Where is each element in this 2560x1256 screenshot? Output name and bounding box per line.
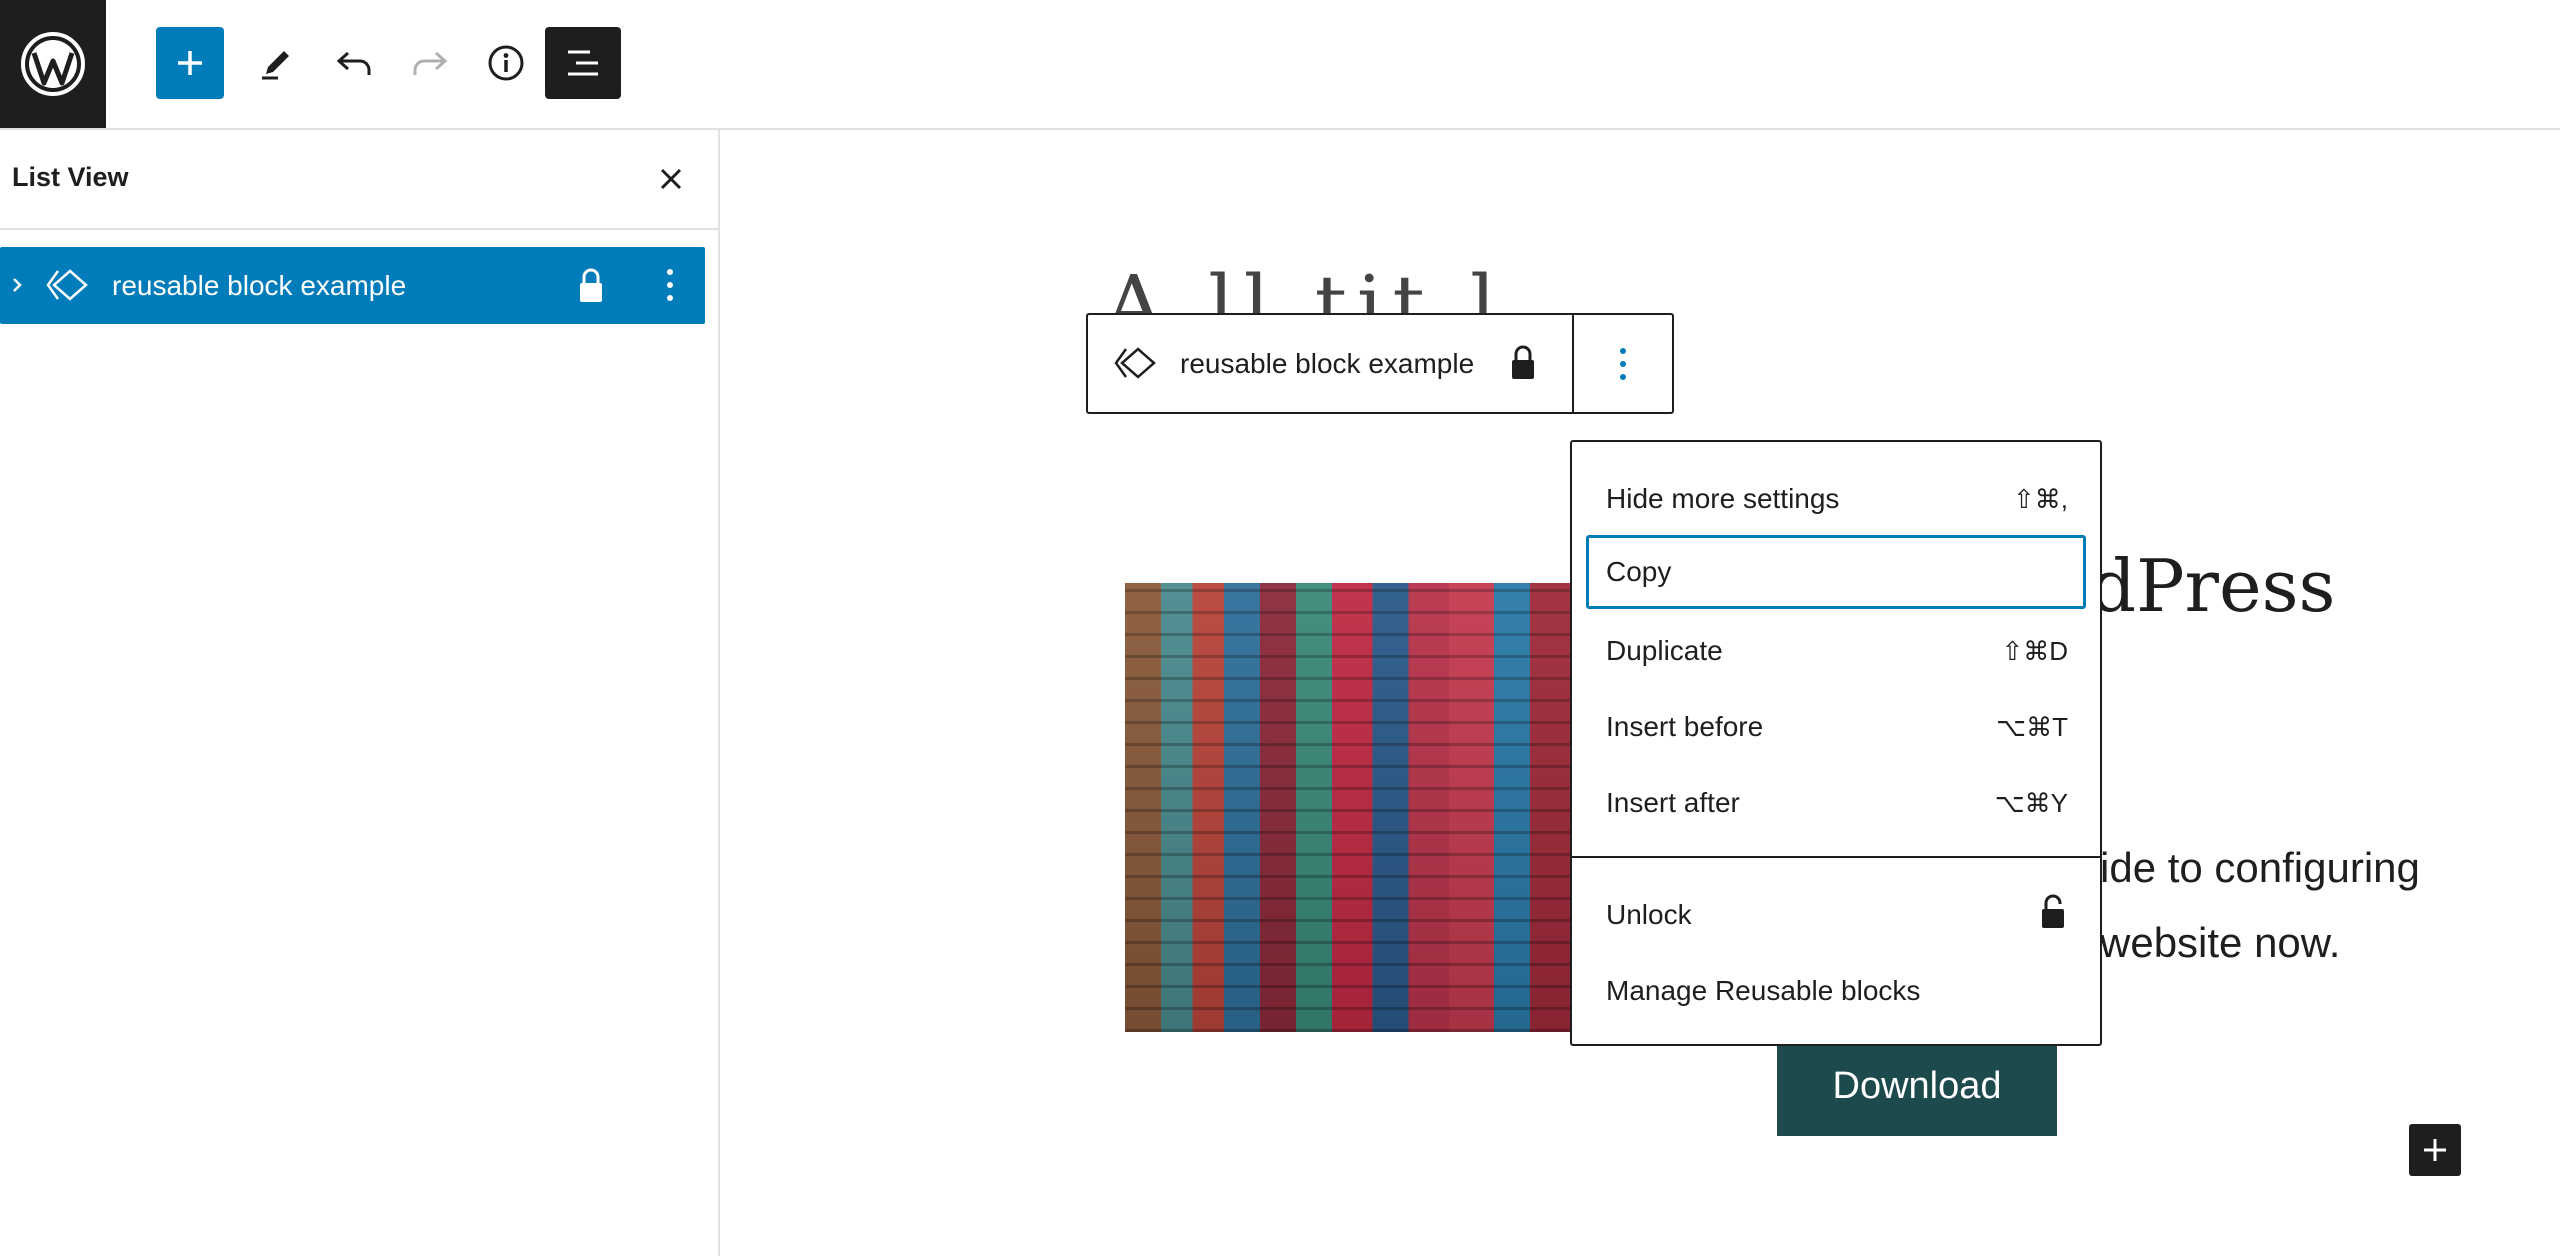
list-view-icon xyxy=(568,50,598,76)
menu-item-duplicate[interactable]: Duplicate ⇧⌘D xyxy=(1586,614,2086,688)
menu-item-manage-reusable-blocks[interactable]: Manage Reusable blocks xyxy=(1586,954,2086,1028)
menu-item-shortcut: ⌥⌘Y xyxy=(1994,787,2068,818)
redo-icon xyxy=(413,51,448,75)
menu-item-label: Manage Reusable blocks xyxy=(1606,975,1921,1006)
menu-item-label: Hide more settings xyxy=(1606,483,1840,514)
list-view-header: List View xyxy=(0,130,718,230)
reusable-block-icon[interactable] xyxy=(1114,345,1158,386)
menu-item-shortcut: ⌥⌘T xyxy=(1996,711,2068,742)
undo-button[interactable] xyxy=(320,27,388,99)
wordpress-icon xyxy=(21,32,85,96)
plus-icon xyxy=(2424,1139,2446,1161)
plus-icon xyxy=(178,51,202,75)
books-image[interactable] xyxy=(1125,583,1575,1032)
list-view-row-label: reusable block example xyxy=(112,270,407,301)
paragraph-block[interactable]: ide to configuring website now. xyxy=(2100,830,2420,980)
inline-add-block-button[interactable] xyxy=(2409,1124,2461,1176)
heading-block[interactable]: dPress xyxy=(2090,550,2335,622)
block-options-menu: Hide more settings ⇧⌘, Copy Duplicate ⇧⌘… xyxy=(1570,440,2102,1046)
paragraph-line: ide to configuring xyxy=(2100,844,2420,891)
menu-item-label: Unlock xyxy=(1606,899,1692,930)
block-options-button[interactable] xyxy=(1574,315,1672,412)
list-view-row-options-button[interactable] xyxy=(655,263,685,307)
undo-icon xyxy=(336,51,371,75)
paragraph-line: website now. xyxy=(2100,919,2341,966)
redo-button[interactable] xyxy=(396,27,464,99)
pencil-icon xyxy=(262,51,289,80)
menu-item-shortcut: ⇧⌘, xyxy=(2012,483,2068,514)
close-list-view-button[interactable] xyxy=(648,156,694,202)
list-view-button[interactable] xyxy=(545,27,621,99)
menu-item-shortcut: ⇧⌘D xyxy=(2001,635,2068,666)
menu-item-label: Copy xyxy=(1606,556,1672,587)
top-toolbar xyxy=(0,0,2560,130)
menu-item-copy[interactable]: Copy xyxy=(1586,535,2086,609)
lock-icon xyxy=(575,266,607,311)
post-title[interactable]: A ll tit l xyxy=(1105,265,1506,317)
download-button[interactable]: Download xyxy=(1777,1036,2057,1136)
list-view-row-reusable-block[interactable]: reusable block example xyxy=(0,247,705,324)
menu-item-label: Duplicate xyxy=(1606,635,1723,666)
wordpress-logo-button[interactable] xyxy=(0,0,106,128)
more-vertical-icon xyxy=(667,269,673,301)
menu-item-unlock[interactable]: Unlock xyxy=(1586,878,2086,952)
block-toolbar: reusable block example xyxy=(1086,313,1674,414)
tools-button[interactable] xyxy=(243,27,311,99)
menu-item-hide-more-settings[interactable]: Hide more settings ⇧⌘, xyxy=(1586,462,2086,536)
more-vertical-icon xyxy=(1620,347,1626,380)
details-button[interactable] xyxy=(472,27,540,99)
reusable-block-icon xyxy=(46,267,90,308)
block-toolbar-title: reusable block example xyxy=(1180,348,1475,379)
close-icon xyxy=(660,168,682,190)
add-block-button[interactable] xyxy=(156,27,224,99)
list-view-panel: List View reusable block example xyxy=(0,130,720,1256)
list-view-title: List View xyxy=(12,162,129,192)
unlock-icon xyxy=(2038,892,2068,939)
image-shading xyxy=(1125,583,1575,1032)
menu-separator xyxy=(1572,856,2100,858)
lock-icon[interactable] xyxy=(1507,343,1539,388)
expand-chevron-icon[interactable] xyxy=(10,271,26,304)
menu-item-label: Insert after xyxy=(1606,787,1740,818)
menu-item-insert-after[interactable]: Insert after ⌥⌘Y xyxy=(1586,766,2086,840)
menu-item-label: Insert before xyxy=(1606,711,1764,742)
info-icon xyxy=(488,45,524,81)
menu-item-insert-before[interactable]: Insert before ⌥⌘T xyxy=(1586,690,2086,764)
